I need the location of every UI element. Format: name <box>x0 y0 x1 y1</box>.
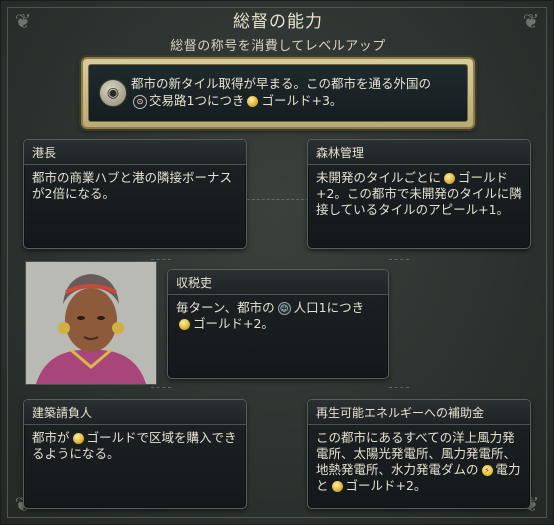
trade-route-icon: ⊙ <box>133 94 147 109</box>
tree-connector <box>151 387 171 398</box>
promotion-title: 建築請負人 <box>32 406 93 420</box>
card-header: 建築請負人 <box>24 400 246 425</box>
base-ability-text-1: 都市の新タイル取得が早まる。この都市を通る外国の <box>131 76 432 91</box>
governor-portrait-image <box>26 262 156 384</box>
panel-title: 総督の能力 <box>233 12 323 32</box>
promotion-title: 再生可能エネルギーへの補助金 <box>316 406 485 420</box>
description-part: ゴールド+2。 <box>193 316 274 331</box>
promotion-card-harbormaster[interactable]: 港長 都市の商業ハブと港の隣接ボーナスが2倍になる。 <box>23 139 247 249</box>
gold-icon <box>72 433 84 444</box>
promotion-description: 未開発のタイルごとに ゴールド+2。この都市で未開発のタイルに隣接しているタイルの… <box>316 170 522 218</box>
tree-connector <box>389 259 409 270</box>
governor-promotions-panel: ❦ ❦ ❦ ❦ 総督の能力 総督の称号を消費してレベルアップ ◉ 都市の新タイル… <box>0 0 554 525</box>
card-header: 港長 <box>24 140 246 165</box>
promotion-description: この都市にあるすべての洋上風力発電所、太陽光発電所、風力発電所、地熱発電所、水力… <box>316 430 522 494</box>
description-part: 毎ターン、都市の <box>176 300 275 315</box>
governor-seal-icon: ◉ <box>99 79 127 107</box>
promotion-description: 都市の商業ハブと港の隣接ボーナスが2倍になる。 <box>32 170 233 201</box>
gold-icon <box>444 173 456 184</box>
card-header: 再生可能エネルギーへの補助金 <box>308 400 530 425</box>
promotion-title: 森林管理 <box>316 146 365 160</box>
governor-portrait <box>25 261 157 385</box>
gold-icon <box>247 96 259 107</box>
citizen-icon: ☺ <box>277 302 291 315</box>
promotion-card-renewable-subsidizer[interactable]: 再生可能エネルギーへの補助金 この都市にあるすべての洋上風力発電所、太陽光発電所… <box>307 399 531 509</box>
tree-connector <box>389 387 409 398</box>
gold-icon <box>331 481 343 492</box>
power-icon: ⚡ <box>481 465 493 476</box>
base-ability-card[interactable]: ◉ 都市の新タイル取得が早まる。この都市を通る外国の ⊙ 交易路1つにつき ゴールド… <box>81 57 475 129</box>
promotion-title: 港長 <box>32 146 57 160</box>
promotion-description: 都市が ゴールドで区域を購入できるようになる。 <box>32 430 238 462</box>
card-header: 収税吏 <box>168 270 388 295</box>
promotion-title: 収税吏 <box>176 276 213 290</box>
base-ability-description: 都市の新タイル取得が早まる。この都市を通る外国の ⊙ 交易路1つにつき ゴールド+3… <box>131 75 457 109</box>
description-part: ゴールド+2。 <box>345 478 427 493</box>
promotion-card-contractor[interactable]: 建築請負人 都市が ゴールドで区域を購入できるようになる。 <box>23 399 247 509</box>
promotion-description: 毎ターン、都市の ☺ 人口1につきゴールド+2。 <box>176 300 380 332</box>
card-header: 森林管理 <box>308 140 530 165</box>
base-ability-inner: ◉ 都市の新タイル取得が早まる。この都市を通る外国の ⊙ 交易路1つにつき ゴールド… <box>88 64 468 122</box>
description-part: 未開発のタイルごとに <box>316 170 442 185</box>
description-part: 都市が <box>32 430 70 445</box>
base-ability-text-3: ゴールド+3。 <box>261 93 343 108</box>
description-part: 人口1につき <box>293 300 365 315</box>
gold-icon <box>179 319 190 330</box>
promotion-card-tax-collector[interactable]: 収税吏 毎ターン、都市の ☺ 人口1につきゴールド+2。 <box>167 269 389 379</box>
tree-connector <box>247 199 309 210</box>
promotion-card-forestry[interactable]: 森林管理 未開発のタイルごとに ゴールド+2。この都市で未開発のタイルに隣接してい… <box>307 139 531 249</box>
base-ability-text-2: 交易路1つにつき <box>149 93 245 108</box>
panel-subtitle: 総督の称号を消費してレベルアップ <box>170 39 386 54</box>
